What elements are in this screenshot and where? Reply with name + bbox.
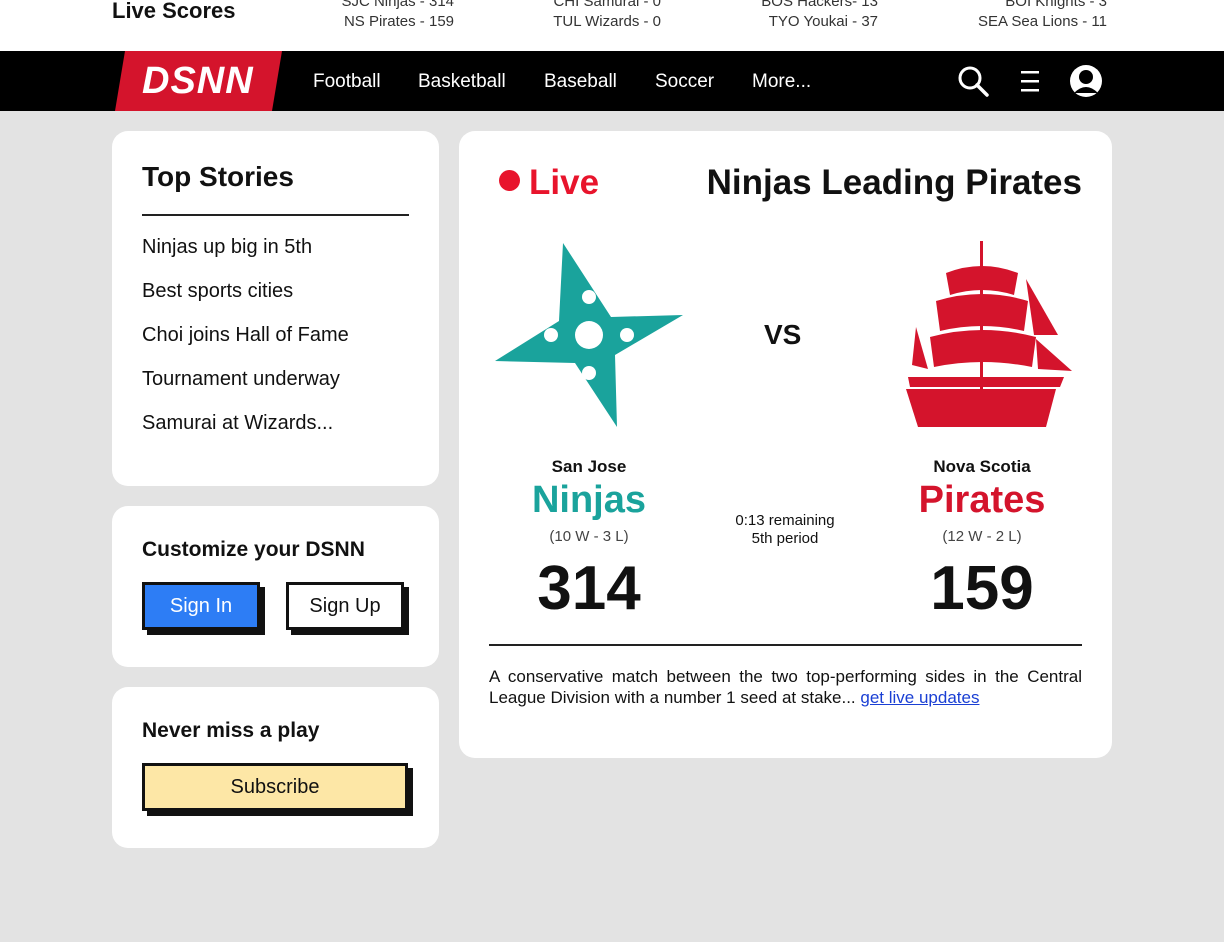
story-link[interactable]: Samurai at Wizards... [142, 412, 333, 435]
game-period: 5th period [751, 530, 819, 547]
score-ticker-line: TYO Youkai - 37 [768, 13, 878, 30]
team-name: Pirates [918, 479, 1046, 521]
team-score: 314 [537, 554, 641, 623]
score-ticker-line: SJC Ninjas - 314 [341, 0, 454, 10]
logo-text: DSNN [142, 60, 254, 102]
shuriken-logo-icon [493, 239, 685, 431]
team-name: Ninjas [531, 479, 647, 521]
search-icon[interactable] [955, 63, 991, 99]
dsnn-logo[interactable]: DSNN [115, 51, 282, 111]
team-record: (10 W - 3 L) [549, 528, 629, 545]
live-scores-bar: Live Scores SJC Ninjas - 314 NS Pirates … [0, 0, 1224, 51]
top-stories-card: Top Stories Ninjas up big in 5th Best sp… [112, 131, 439, 486]
game-clock: 0:13 remaining 5th period [709, 512, 861, 548]
story-link[interactable]: Ninjas up big in 5th [142, 236, 312, 259]
story-link[interactable]: Tournament underway [142, 368, 340, 391]
team-city: Nova Scotia [933, 457, 1031, 476]
score-ticker-line: NS Pirates - 159 [343, 13, 454, 30]
live-indicator-icon [499, 170, 520, 191]
nav-soccer[interactable]: Soccer [655, 71, 714, 93]
nav-football[interactable]: Football [313, 71, 381, 93]
score-ticker-line: BOS Hackers- 13 [761, 0, 878, 10]
team-city: San Jose [551, 457, 627, 476]
versus-label: VS [764, 319, 802, 350]
nav-more[interactable]: More... [752, 71, 811, 93]
live-game-card: Live Ninjas Leading Pirates VS San Jose … [459, 131, 1112, 758]
live-label: Live [529, 163, 600, 202]
customize-title: Customize your DSNN [142, 538, 365, 561]
game-headline: Ninjas Leading Pirates [706, 163, 1082, 202]
sign-in-button[interactable]: Sign In [142, 582, 260, 630]
live-updates-link[interactable]: get live updates [860, 688, 979, 707]
nav-baseball[interactable]: Baseball [544, 71, 617, 93]
divider [142, 214, 409, 216]
score-ticker-line: BOI Knights - 3 [1005, 0, 1107, 10]
never-miss-title: Never miss a play [142, 719, 320, 742]
score-ticker-line: SEA Sea Lions - 11 [978, 13, 1107, 30]
subscribe-card: Never miss a play Subscribe [112, 687, 439, 848]
customize-card: Customize your DSNN Sign In Sign Up [112, 506, 439, 667]
divider [489, 644, 1082, 646]
subscribe-button[interactable]: Subscribe [142, 763, 408, 811]
story-link[interactable]: Best sports cities [142, 280, 293, 303]
team-score: 159 [930, 554, 1034, 623]
description-text: A conservative match between the two top… [489, 667, 1082, 707]
score-ticker-line: CHI Samurai - 0 [553, 0, 661, 10]
game-description: A conservative match between the two top… [489, 666, 1082, 708]
story-link[interactable]: Choi joins Hall of Fame [142, 324, 349, 347]
user-icon[interactable] [1068, 63, 1104, 99]
pirate-ship-logo-icon [886, 239, 1078, 431]
live-scores-title: Live Scores [112, 0, 236, 23]
top-stories-title: Top Stories [142, 161, 294, 192]
sign-up-button[interactable]: Sign Up [286, 582, 404, 630]
nav-basketball[interactable]: Basketball [418, 71, 506, 93]
time-remaining: 0:13 remaining [735, 512, 835, 529]
team-record: (12 W - 2 L) [942, 528, 1022, 545]
score-ticker-line: TUL Wizards - 0 [553, 13, 661, 30]
menu-icon[interactable] [1012, 63, 1048, 99]
main-nav: DSNN Football Basketball Baseball Soccer… [0, 51, 1224, 111]
